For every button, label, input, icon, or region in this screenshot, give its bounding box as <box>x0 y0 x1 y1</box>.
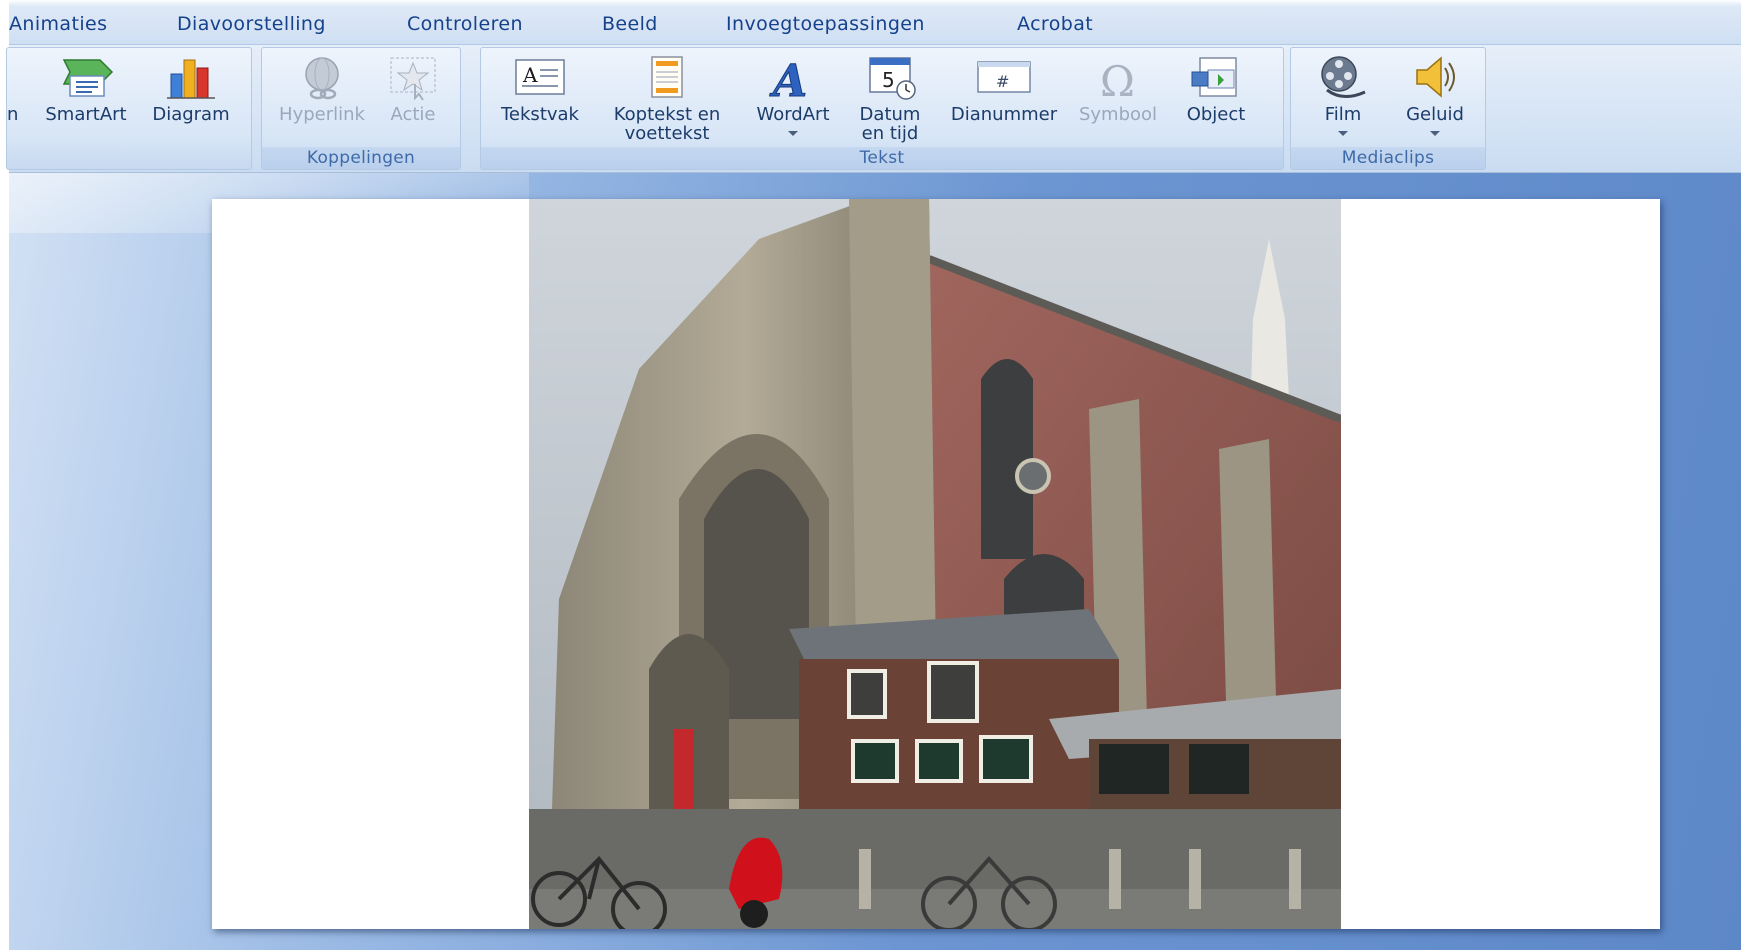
church-photo[interactable] <box>529 199 1341 929</box>
svg-text:#: # <box>996 72 1009 91</box>
svg-text:Ω: Ω <box>1100 57 1135 102</box>
slide-canvas[interactable] <box>212 199 1660 929</box>
group-tekst: A Tekstvak Koptekst en voettekst A WordA… <box>480 47 1284 170</box>
tab-beeld[interactable]: Beeld <box>602 13 658 35</box>
smartart-button[interactable]: SmartArt <box>37 48 135 146</box>
speaker-icon <box>1416 56 1455 98</box>
hyperlink-button[interactable]: Hyperlink <box>274 48 370 146</box>
group-koppelingen: Hyperlink Actie Koppelingen <box>261 47 461 170</box>
header-footer-label-line2: voettekst <box>624 123 710 144</box>
svg-text:A: A <box>522 63 538 87</box>
slide-number-icon: # <box>977 61 1031 93</box>
diagram-label: Diagram <box>152 104 230 125</box>
wordart-dropdown-arrow[interactable] <box>788 131 798 136</box>
ribbon: n SmartArt Diagram Hyperlink Actie Koppe… <box>6 45 1741 173</box>
svg-text:5: 5 <box>882 68 895 92</box>
tab-diavoorstelling[interactable]: Diavoorstelling <box>177 13 326 35</box>
textbox-icon: A <box>515 59 565 95</box>
textbox-button[interactable]: A Tekstvak <box>493 48 587 146</box>
calendar-clock-icon: 5 <box>869 57 916 100</box>
tab-invoegtoepassingen[interactable]: Invoegtoepassingen <box>726 13 925 35</box>
action-label: Actie <box>390 104 436 125</box>
object-button[interactable]: Object <box>1171 48 1261 146</box>
sound-dropdown-arrow[interactable] <box>1430 131 1440 136</box>
wordart-icon: A <box>769 56 808 103</box>
object-icon <box>1191 57 1237 97</box>
group-label-koppelingen: Koppelingen <box>262 147 460 169</box>
group-mediaclips: Film Geluid Mediaclips <box>1290 47 1486 170</box>
tab-acrobat[interactable]: Acrobat <box>1017 13 1093 35</box>
datetime-button[interactable]: 5 Datum en tijd <box>847 48 933 146</box>
ribbon-tab-bar: Animaties Diavoorstelling Controleren Be… <box>9 0 1741 45</box>
partial-button[interactable]: n <box>7 48 18 146</box>
smartart-icon <box>62 59 114 97</box>
action-star-icon <box>390 57 436 101</box>
group-label-tekst: Tekst <box>481 147 1283 169</box>
omega-icon: Ω <box>1100 57 1135 102</box>
document-icon <box>651 56 683 98</box>
sound-button[interactable]: Geluid <box>1391 48 1479 146</box>
symbol-button[interactable]: Ω Symbool <box>1071 48 1165 146</box>
church-photo-image <box>529 199 1341 929</box>
tab-controleren[interactable]: Controleren <box>407 13 523 35</box>
globe-link-icon <box>305 57 339 100</box>
svg-text:A: A <box>769 56 807 102</box>
object-label: Object <box>1186 104 1246 125</box>
tab-animaties[interactable]: Animaties <box>9 13 107 35</box>
group-illustrations: n SmartArt Diagram <box>6 47 252 170</box>
bar-chart-icon <box>167 59 215 99</box>
slide-number-button[interactable]: # Dianummer <box>943 48 1065 146</box>
movie-dropdown-arrow[interactable] <box>1338 131 1348 136</box>
header-footer-button[interactable]: Koptekst en voettekst <box>597 48 737 146</box>
sound-label: Geluid <box>1406 104 1464 125</box>
movie-button[interactable]: Film <box>1299 48 1387 146</box>
diagram-button[interactable]: Diagram <box>143 48 239 146</box>
action-button[interactable]: Actie <box>376 48 450 146</box>
datetime-label-line2: en tijd <box>861 123 919 144</box>
group-label-mediaclips: Mediaclips <box>1291 147 1485 169</box>
film-reel-icon <box>1321 56 1366 98</box>
